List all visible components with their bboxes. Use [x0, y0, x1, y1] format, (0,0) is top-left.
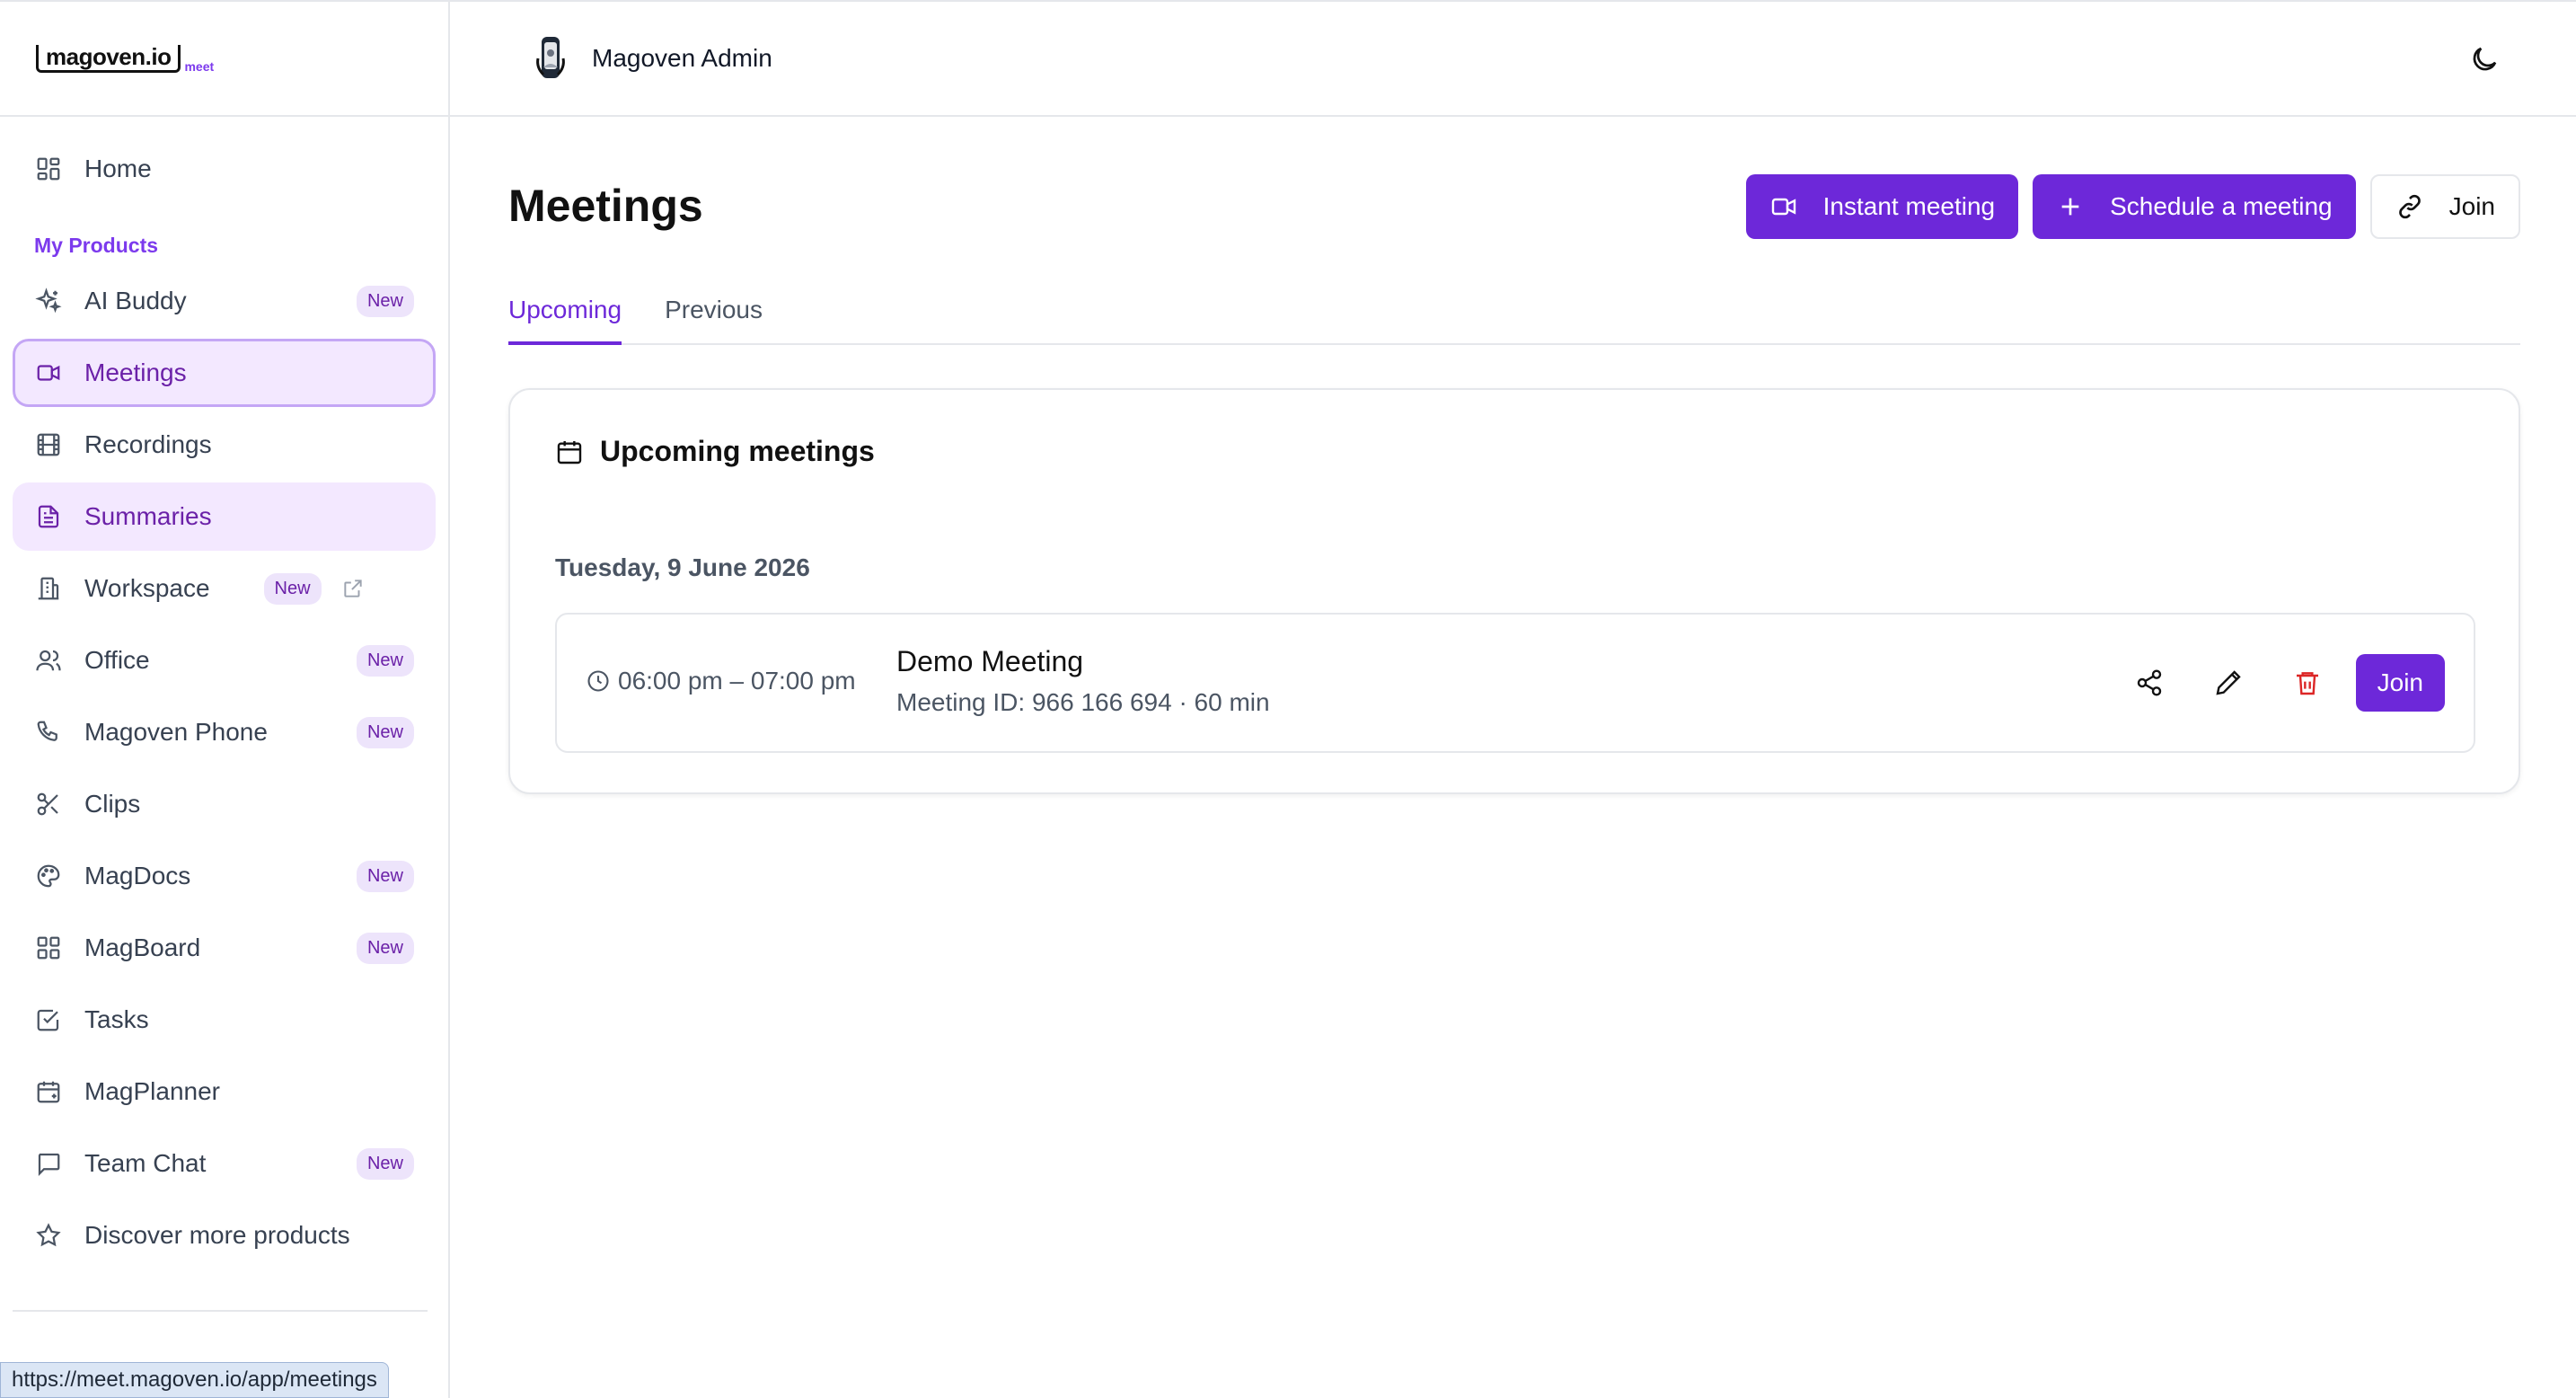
sparkles-icon	[34, 287, 63, 315]
meeting-actions: Join	[2110, 654, 2445, 712]
sidebar-item-tasks[interactable]: Tasks	[13, 986, 436, 1054]
logo-text: magoven.io	[36, 44, 181, 73]
scissors-icon	[34, 790, 63, 818]
sidebar-item-label: MagPlanner	[84, 1077, 220, 1105]
dashboard-icon	[34, 155, 63, 183]
sidebar-divider	[13, 1310, 428, 1312]
sidebar-item-ai-buddy[interactable]: AI Buddy New	[13, 267, 436, 335]
schedule-meeting-button[interactable]: Schedule a meeting	[2033, 174, 2356, 239]
sidebar-item-label: Discover more products	[84, 1221, 350, 1249]
page-title: Meetings	[508, 181, 703, 231]
palette-icon	[34, 862, 63, 890]
sidebar-item-recordings[interactable]: Recordings	[13, 411, 436, 479]
sidebar-item-label: Magoven Phone	[84, 718, 268, 746]
logo[interactable]: magoven.io meet	[36, 44, 215, 74]
instant-meeting-label: Instant meeting	[1822, 192, 1996, 220]
sidebar-item-workspace[interactable]: Workspace New	[13, 554, 436, 623]
sidebar-item-label: Team Chat	[84, 1149, 207, 1177]
sidebar-item-discover-more[interactable]: Discover more products	[13, 1201, 436, 1270]
new-badge: New	[356, 285, 414, 317]
sidebar-item-office[interactable]: Office New	[13, 626, 436, 695]
new-badge: New	[263, 572, 322, 605]
instant-meeting-button[interactable]: Instant meeting	[1745, 174, 2019, 239]
calendar-icon	[34, 1077, 63, 1106]
sidebar-item-label: AI Buddy	[84, 287, 187, 314]
page-actions: Instant meeting Schedule a meeting Join	[1745, 174, 2520, 239]
status-bar-url: https://meet.magoven.io/app/meetings	[0, 1362, 389, 1398]
card-title: Upcoming meetings	[600, 435, 875, 467]
users-icon	[34, 646, 63, 675]
sidebar-item-meetings[interactable]: Meetings	[13, 339, 436, 407]
date-label: Tuesday, 9 June 2026	[555, 553, 810, 581]
meeting-tabs: Upcoming Previous	[508, 282, 2520, 345]
sidebar-item-label: MagDocs	[84, 862, 191, 889]
sidebar-nav: Home My Products AI Buddy New Meetings R…	[0, 135, 448, 1270]
sidebar-item-clips[interactable]: Clips	[13, 770, 436, 838]
sidebar-item-summaries[interactable]: Summaries	[13, 482, 436, 551]
sidebar-item-home[interactable]: Home	[13, 135, 436, 203]
sidebar-item-label: MagBoard	[84, 933, 201, 961]
moon-icon[interactable]	[2468, 43, 2501, 75]
share-button[interactable]	[2110, 654, 2189, 712]
document-icon	[34, 502, 63, 531]
video-icon	[34, 358, 63, 387]
external-link-icon	[343, 580, 362, 597]
sidebar-item-team-chat[interactable]: Team Chat New	[13, 1129, 436, 1198]
meeting-subtitle: Meeting ID: 966 166 694 · 60 min	[896, 688, 1270, 716]
new-badge: New	[356, 932, 414, 964]
sidebar-item-label: Summaries	[84, 502, 212, 530]
sidebar-item-magdocs[interactable]: MagDocs New	[13, 842, 436, 910]
film-icon	[34, 430, 63, 459]
tab-upcoming[interactable]: Upcoming	[508, 282, 622, 345]
sidebar-item-label: Tasks	[84, 1005, 149, 1033]
phone-icon	[34, 718, 63, 747]
avatar[interactable]	[533, 31, 572, 85]
sidebar-item-label: Workspace	[84, 574, 210, 602]
sidebar-item-magplanner[interactable]: MagPlanner	[13, 1057, 436, 1126]
sidebar-header: magoven.io meet	[0, 0, 448, 117]
top-bar: Magoven Admin	[450, 0, 2576, 117]
link-icon	[2398, 194, 2421, 219]
upcoming-meetings-card: Upcoming meetings Tuesday, 9 June 2026 0…	[508, 388, 2520, 794]
edit-button[interactable]	[2189, 654, 2268, 712]
pencil-icon	[2216, 670, 2241, 695]
clock-icon	[587, 670, 609, 692]
delete-button[interactable]	[2268, 654, 2347, 712]
tab-previous[interactable]: Previous	[665, 282, 763, 345]
new-badge: New	[356, 644, 414, 677]
sidebar-item-label: Home	[84, 155, 152, 182]
section-label-my-products: My Products	[34, 234, 159, 257]
building-icon	[34, 574, 63, 603]
calendar-icon	[557, 440, 582, 464]
sidebar-item-label: Clips	[84, 790, 141, 818]
schedule-meeting-label: Schedule a meeting	[2110, 192, 2333, 220]
admin-name: Magoven Admin	[592, 44, 772, 72]
checkbox-icon	[34, 1005, 63, 1034]
sidebar-item-label: Meetings	[84, 358, 187, 386]
meeting-join-button[interactable]: Join	[2355, 654, 2445, 712]
logo-sub: meet	[184, 58, 215, 74]
share-icon	[2137, 669, 2161, 696]
star-icon	[34, 1221, 63, 1250]
meeting-row[interactable]: 06:00 pm – 07:00 pm Demo Meeting Meeting…	[555, 613, 2475, 753]
new-badge: New	[356, 1147, 414, 1180]
sidebar-item-label: Office	[84, 646, 150, 674]
new-badge: New	[356, 716, 414, 748]
video-icon	[1771, 198, 1795, 216]
sidebar: magoven.io meet Home My Products AI Budd…	[0, 0, 450, 1398]
sidebar-item-magoven-phone[interactable]: Magoven Phone New	[13, 698, 436, 766]
join-label: Join	[2448, 192, 2495, 220]
meeting-time-text: 06:00 pm – 07:00 pm	[618, 667, 856, 695]
new-badge: New	[356, 860, 414, 892]
grid-icon	[34, 933, 63, 962]
chat-icon	[34, 1149, 63, 1178]
card-header: Upcoming meetings	[555, 435, 875, 468]
meeting-time: 06:00 pm – 07:00 pm	[586, 667, 856, 695]
meeting-title: Demo Meeting	[896, 645, 1084, 677]
sidebar-item-label: Recordings	[84, 430, 212, 458]
plus-icon	[2061, 198, 2079, 216]
join-button[interactable]: Join	[2369, 174, 2520, 239]
sidebar-item-magboard[interactable]: MagBoard New	[13, 914, 436, 982]
trash-icon	[2296, 672, 2318, 695]
